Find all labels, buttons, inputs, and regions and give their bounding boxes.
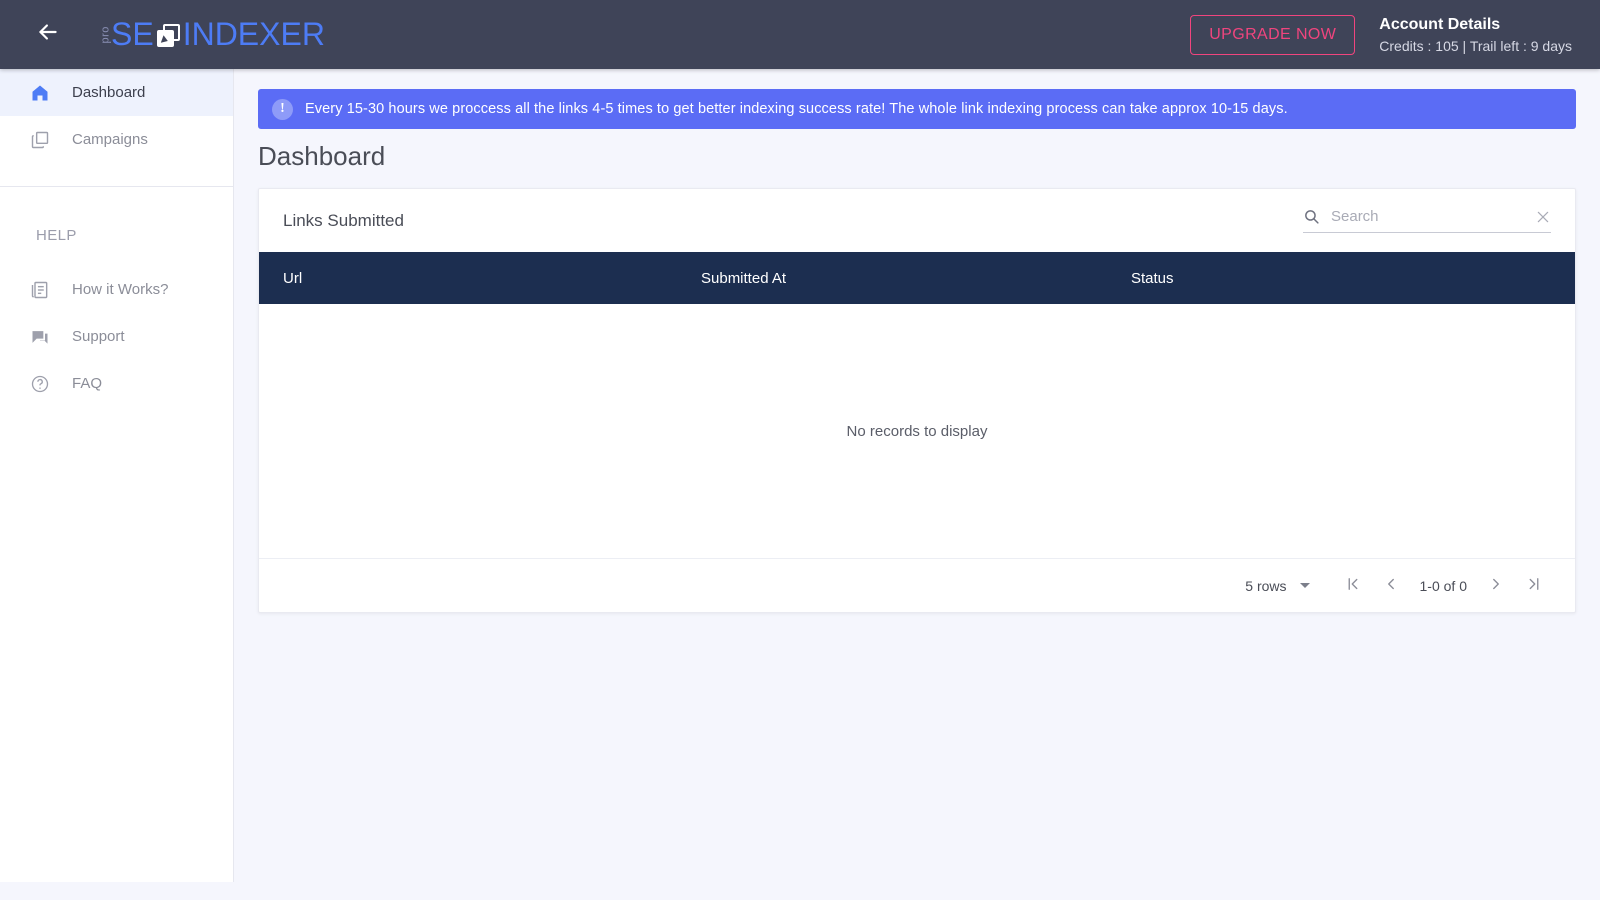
logo-se-text: SE — [111, 16, 154, 52]
info-icon: ! — [272, 98, 293, 120]
first-page-button[interactable] — [1334, 567, 1372, 605]
links-submitted-table: Url Submitted At Status No records to di… — [259, 252, 1575, 558]
search-field[interactable] — [1303, 208, 1551, 233]
sidebar: Dashboard Campaigns HELP How it Works? S… — [0, 69, 234, 882]
account-details[interactable]: Account Details Credits : 105 | Trail le… — [1379, 13, 1600, 56]
previous-page-button[interactable] — [1372, 567, 1410, 605]
sidebar-help-list: How it Works? Support FAQ — [0, 266, 233, 407]
sidebar-help-heading: HELP — [36, 227, 77, 244]
app-logo[interactable]: pro SE INDEXER — [98, 16, 325, 53]
info-banner: ! Every 15-30 hours we proccess all the … — [258, 89, 1576, 129]
sidebar-item-support-label: Support — [72, 328, 125, 345]
sidebar-item-dashboard[interactable]: Dashboard — [0, 69, 233, 116]
chevron-down-icon — [1299, 583, 1310, 588]
column-header-submitted-at[interactable]: Submitted At — [701, 252, 1131, 304]
card-title: Links Submitted — [283, 210, 404, 230]
sidebar-item-support[interactable]: Support — [0, 313, 233, 360]
chevron-left-icon — [1382, 575, 1400, 596]
rows-per-page-select[interactable]: 5 rows — [1245, 577, 1310, 594]
upgrade-now-button[interactable]: UPGRADE NOW — [1190, 14, 1356, 55]
chat-icon — [30, 327, 56, 347]
copy-icon — [30, 130, 56, 150]
sidebar-item-how-it-works[interactable]: How it Works? — [0, 266, 233, 313]
home-icon — [30, 83, 56, 103]
last-page-icon — [1525, 575, 1543, 596]
first-page-icon — [1344, 575, 1362, 596]
column-header-url[interactable]: Url — [259, 252, 701, 304]
article-icon — [30, 280, 56, 300]
table-header: Url Submitted At Status — [259, 252, 1575, 304]
indexer-logo-icon — [156, 24, 180, 47]
table-pagination: 5 rows 1-0 of 0 — [259, 558, 1575, 612]
arrow-left-icon — [35, 19, 61, 50]
column-header-status[interactable]: Status — [1131, 252, 1575, 304]
sidebar-item-faq-label: FAQ — [72, 375, 103, 392]
account-details-title: Account Details — [1379, 15, 1501, 33]
main-content: ! Every 15-30 hours we proccess all the … — [234, 69, 1600, 882]
sidebar-item-dashboard-label: Dashboard — [72, 84, 146, 101]
last-page-button[interactable] — [1515, 567, 1553, 605]
help-circle-icon — [30, 374, 56, 394]
next-page-button[interactable] — [1477, 567, 1515, 605]
sidebar-item-campaigns[interactable]: Campaigns — [0, 116, 233, 163]
search-input[interactable] — [1331, 208, 1535, 225]
back-button[interactable] — [24, 11, 72, 59]
search-icon — [1303, 208, 1320, 225]
logo-pro-text: pro — [99, 26, 112, 44]
table-header-row: Url Submitted At Status — [259, 252, 1575, 304]
logo-indexer-text: INDEXER — [182, 16, 325, 52]
sidebar-item-faq[interactable]: FAQ — [0, 360, 233, 407]
top-bar-right: UPGRADE NOW Account Details Credits : 10… — [1190, 0, 1600, 69]
table-empty-row: No records to display — [259, 304, 1575, 558]
links-submitted-card: Links Submitted Search Url Submitted At … — [258, 188, 1576, 613]
sidebar-item-campaigns-label: Campaigns — [72, 131, 148, 148]
top-bar: pro SE INDEXER UPGRADE NOW Account Detai… — [0, 0, 1600, 69]
info-banner-text: Every 15-30 hours we proccess all the li… — [305, 101, 1288, 117]
card-header: Links Submitted — [259, 189, 1575, 252]
sidebar-item-how-it-works-label: How it Works? — [72, 281, 169, 298]
chevron-right-icon — [1487, 575, 1505, 596]
empty-state-message: No records to display — [259, 304, 1575, 558]
close-icon[interactable] — [1535, 209, 1551, 225]
pagination-range-label: 1-0 of 0 — [1419, 577, 1467, 594]
rows-per-page-label: 5 rows — [1245, 577, 1287, 594]
account-credits-text: Credits : 105 | Trail left : 9 days — [1379, 37, 1572, 54]
table-body: No records to display — [259, 304, 1575, 558]
page-title: Dashboard — [258, 141, 386, 171]
